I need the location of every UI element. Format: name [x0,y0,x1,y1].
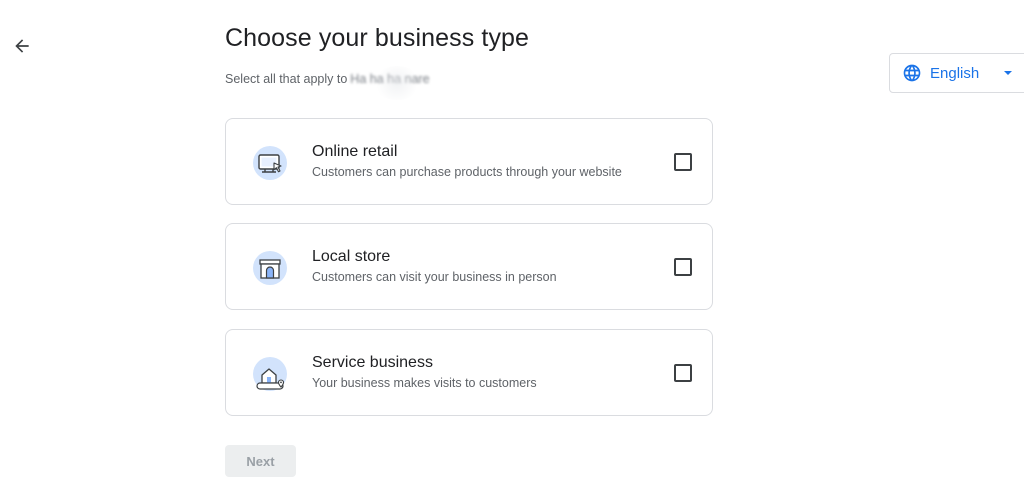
house-location-icon [250,354,290,394]
option-description: Your business makes visits to customers [312,376,537,390]
caret-down-icon [1003,68,1013,78]
service-business-checkbox[interactable] [674,364,692,382]
online-retail-checkbox[interactable] [674,153,692,171]
option-card-online-retail[interactable]: Online retail Customers can purchase pro… [225,118,713,205]
arrow-back-icon [15,39,29,53]
computer-cursor-icon [250,143,290,183]
local-store-checkbox[interactable] [674,258,692,276]
option-card-service-business[interactable]: Service business Your business makes vis… [225,329,713,416]
globe-icon [903,64,921,82]
option-card-local-store[interactable]: Local store Customers can visit your bus… [225,223,713,310]
storefront-icon [250,248,290,288]
subtitle-prefix: Select all that apply to [225,72,348,86]
page-subtitle: Select all that apply to Ha ha ha nare [225,66,430,100]
option-title: Service business [312,354,433,371]
language-label: English [930,64,980,82]
page-title: Choose your business type [225,24,530,52]
option-title: Local store [312,248,391,265]
next-button[interactable]: Next [225,445,296,477]
option-description: Customers can visit your business in per… [312,270,557,284]
business-name-redacted: Ha ha ha nare [350,72,430,86]
option-description: Customers can purchase products through … [312,165,622,179]
back-button[interactable] [9,33,35,59]
language-selector[interactable]: English [889,53,1024,93]
option-title: Online retail [312,143,398,160]
